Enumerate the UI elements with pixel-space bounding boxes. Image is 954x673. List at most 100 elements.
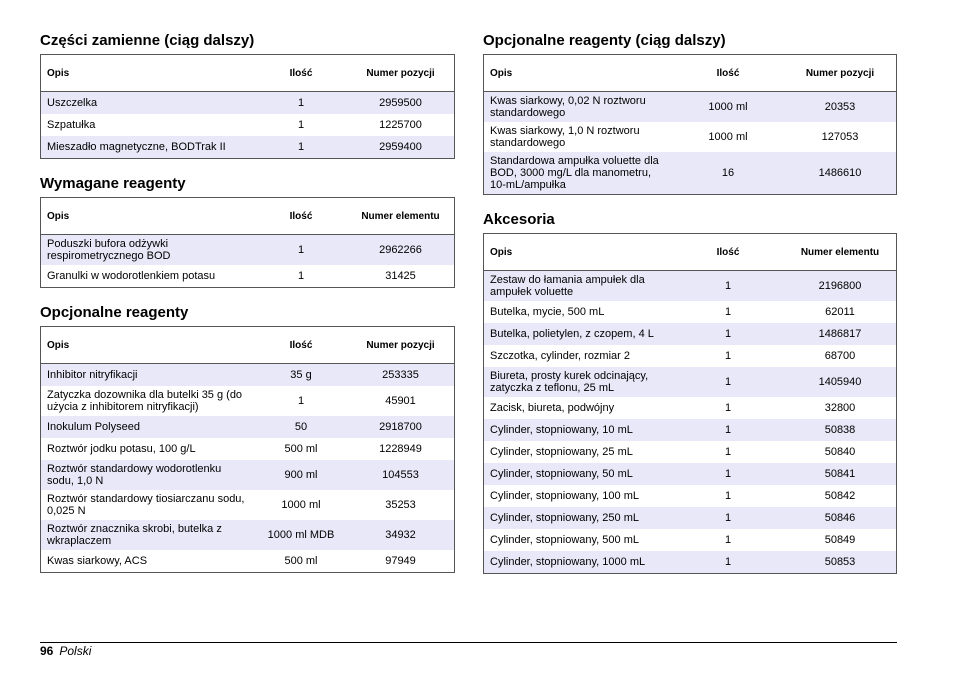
cell-description: Roztwór standardowy tiosiarczanu sodu, 0…	[47, 493, 245, 517]
table-row: Szpatułka 1 1225700	[41, 114, 455, 136]
header-number: Numer pozycji	[347, 326, 455, 364]
cell-quantity: 500 ml	[284, 443, 318, 455]
cell-quantity: 500 ml	[284, 555, 318, 567]
cell-description: Mieszadło magnetyczne, BODTrak II	[40, 136, 255, 159]
page-number: 96	[40, 644, 54, 658]
section-title-required: Wymagane reagenty	[40, 175, 186, 192]
cell-description: Cylinder, stopniowany, 250 mL	[483, 507, 672, 529]
cell-quantity: 1	[672, 507, 784, 529]
table-header-row: Opis Ilość Numer elementu	[483, 233, 897, 271]
cell-description: Cylinder, stopniowany, 1000 mL	[483, 551, 672, 574]
cell-quantity: 16	[672, 152, 784, 195]
cell-quantity: 1	[672, 367, 784, 397]
table-header-row: Opis Ilość Numer elementu	[40, 197, 455, 235]
section-title-parts: Części zamienne (ciąg dalszy)	[40, 32, 255, 49]
section-accessories: Akcesoria Opis Ilość Numer elementu Zest…	[483, 211, 897, 574]
cell-description: Cylinder, stopniowany, 500 mL	[490, 534, 639, 546]
table-row: Butelka, polietylen, z czopem, 4 L 1 14868…	[483, 323, 897, 345]
cell-description: Cylinder, stopniowany, 25 mL	[490, 446, 633, 458]
cell-item-number: 68700	[824, 350, 856, 362]
cell-item-number: 1486817	[784, 323, 897, 345]
table-row: Zatyczka dozownika dla butelki 35 g (do …	[41, 386, 455, 416]
cell-description: Roztwór znacznika skrobi, butelka z wkra…	[40, 520, 255, 550]
header-desc: Opis	[40, 326, 255, 364]
header-qty: Ilość	[255, 326, 347, 364]
section-required: Wymagane reagenty Opis Ilość Numer eleme…	[40, 175, 455, 288]
cell-quantity: 50	[255, 416, 347, 438]
cell-description: Butelka, mycie, 500 mL	[490, 306, 605, 318]
cell-description: Granulki w wodorotlenkiem potasu	[47, 270, 216, 282]
header-qty: Ilość	[255, 54, 347, 92]
cell-item-number: 34932	[347, 520, 455, 550]
section-title-optional-cont: Opcjonalne reagenty (ciąg dalszy)	[483, 32, 726, 49]
section-title-accessories: Akcesoria	[483, 211, 555, 228]
header-desc: Opis	[40, 197, 255, 235]
cell-quantity: 1	[672, 551, 784, 574]
cell-item-number: 45901	[385, 395, 416, 407]
cell-description: Cylinder, stopniowany, 100 mL	[490, 490, 639, 502]
cell-quantity: 1	[724, 490, 732, 502]
cell-quantity: 1	[724, 534, 732, 546]
cell-item-number: 1405940	[784, 367, 897, 397]
table-row: Kwas siarkowy, ACS 500 ml 97949	[41, 550, 455, 573]
cell-item-number: 50849	[824, 534, 856, 546]
header-qty: Ilość	[672, 233, 784, 271]
header-number: Numer elementu	[784, 233, 897, 271]
cell-description: Uszczelka	[40, 91, 255, 114]
right-column: Opcjonalne reagenty (ciąg dalszy) Opis I…	[483, 32, 897, 590]
cell-description: Poduszki bufora odżywki respirometryczne…	[40, 234, 255, 265]
cell-item-number: 2959400	[347, 136, 455, 159]
table-row: Roztwór standardowy wodorotlenku sodu, 1…	[40, 460, 455, 490]
table-row: Poduszki bufora odżywki respirometryczne…	[40, 234, 455, 265]
cell-item-number: 2959500	[347, 91, 455, 114]
cell-item-number: 50838	[784, 419, 897, 441]
required-table: Opis Ilość Numer elementu Poduszki bufor…	[40, 197, 455, 288]
table-header-row: Opis Ilość Numer pozycji	[483, 54, 897, 92]
table-row: Butelka, mycie, 500 mL 1 62011	[484, 301, 897, 323]
left-column: Części zamienne (ciąg dalszy) Opis Ilość…	[40, 32, 455, 589]
cell-description: Cylinder, stopniowany, 50 mL	[483, 463, 672, 485]
header-desc: Opis	[483, 233, 672, 271]
table-row: Kwas siarkowy, 0,02 N roztworu standardo…	[483, 91, 897, 122]
section-optional-cont: Opcjonalne reagenty (ciąg dalszy) Opis I…	[483, 32, 897, 195]
accessories-table: Opis Ilość Numer elementu Zestaw do łama…	[483, 233, 897, 574]
table-row: Szczotka, cylinder, rozmiar 2 1 68700	[484, 345, 897, 367]
header-number: Numer elementu	[347, 197, 455, 235]
table-row: Zacisk, biureta, podwójny 1 32800	[484, 397, 897, 419]
cell-description: Kwas siarkowy, ACS	[47, 555, 148, 567]
table-row: Roztwór znacznika skrobi, butelka z wkra…	[40, 520, 455, 550]
cell-item-number: 253335	[347, 363, 455, 386]
table-row: Uszczelka 1 2959500	[40, 91, 455, 114]
cell-quantity: 1000 ml	[281, 499, 321, 511]
cell-quantity: 1	[724, 446, 732, 458]
cell-description: Szczotka, cylinder, rozmiar 2	[490, 350, 630, 362]
cell-quantity: 900 ml	[255, 460, 347, 490]
cell-item-number: 2196800	[784, 270, 897, 301]
table-row: Zestaw do łamania ampułek dla ampułek vo…	[483, 270, 897, 301]
cell-item-number: 127053	[821, 131, 859, 143]
header-number: Numer pozycji	[784, 54, 897, 92]
parts-table: Opis Ilość Numer pozycji Uszczelka 1 29595…	[40, 54, 455, 159]
table-row: Cylinder, stopniowany, 1000 mL 1 50853	[483, 551, 897, 574]
cell-item-number: 32800	[824, 402, 856, 414]
cell-quantity: 1	[255, 136, 347, 159]
table-row: Standardowa ampułka voluette dla BOD, 30…	[483, 152, 897, 195]
table-row: Cylinder, stopniowany, 500 mL 1 50849	[484, 529, 897, 551]
header-qty: Ilość	[672, 54, 784, 92]
section-parts: Części zamienne (ciąg dalszy) Opis Ilość…	[40, 32, 455, 159]
cell-quantity: 1	[724, 402, 732, 414]
cell-quantity: 35 g	[255, 363, 347, 386]
table-row: Inokulum Polyseed 50 2918700	[40, 416, 455, 438]
cell-item-number: 50841	[784, 463, 897, 485]
cell-description: Zestaw do łamania ampułek dla ampułek vo…	[483, 270, 672, 301]
table-row: Cylinder, stopniowany, 10 mL 1 50838	[483, 419, 897, 441]
cell-quantity: 1	[255, 234, 347, 265]
cell-quantity: 1	[672, 419, 784, 441]
cell-description: Standardowa ampułka voluette dla BOD, 30…	[483, 152, 672, 195]
cell-description: Butelka, polietylen, z czopem, 4 L	[483, 323, 672, 345]
header-desc: Opis	[40, 54, 255, 92]
cell-description: Kwas siarkowy, 1,0 N roztworu standardow…	[490, 125, 640, 149]
cell-item-number: 97949	[385, 555, 416, 567]
table-header-row: Opis Ilość Numer pozycji	[40, 326, 455, 364]
header-desc: Opis	[483, 54, 672, 92]
